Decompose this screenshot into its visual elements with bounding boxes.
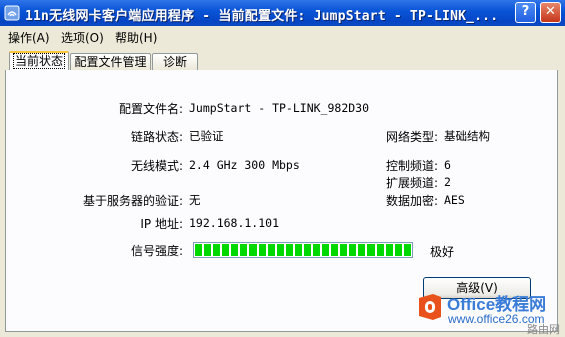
- signal-segment: [276, 244, 284, 256]
- signal-segment: [231, 244, 239, 256]
- signal-segment: [394, 244, 402, 256]
- extension-channel-label: 扩展频道:: [385, 176, 438, 190]
- tab-label: 配置文件管理: [74, 55, 147, 69]
- server-auth-value: 无: [189, 193, 201, 207]
- profile-name-label: 配置文件名:: [118, 102, 183, 116]
- signal-segment: [340, 244, 348, 256]
- signal-segment: [195, 244, 203, 256]
- help-button[interactable]: ?: [515, 2, 536, 23]
- tab-diagnostics[interactable]: 诊断: [152, 53, 198, 70]
- server-auth-label: 基于服务器的验证:: [82, 194, 183, 208]
- tab-profile-management[interactable]: 配置文件管理: [70, 53, 151, 70]
- wireless-mode-label: 无线模式:: [130, 159, 183, 173]
- signal-strength-bar: [193, 242, 413, 258]
- title-bar[interactable]: 11n无线网卡客户端应用程序 - 当前配置文件: JumpStart - TP-…: [0, 0, 565, 26]
- network-type-value: 基础结构: [444, 129, 490, 143]
- tab-label: 当前状态: [12, 53, 66, 69]
- signal-segment: [222, 244, 230, 256]
- signal-strength-text: 极好: [430, 245, 455, 259]
- menu-options[interactable]: 选项(O): [61, 29, 104, 46]
- office-logo-icon: [419, 294, 441, 320]
- profile-name-value: JumpStart - TP-LINK_982D30: [189, 101, 370, 115]
- wifi-icon: [4, 5, 20, 21]
- tab-current-status[interactable]: 当前状态: [9, 51, 69, 71]
- signal-segment: [349, 244, 357, 256]
- window-title: 11n无线网卡客户端应用程序 - 当前配置文件: JumpStart - TP-…: [25, 9, 499, 24]
- signal-segment: [322, 244, 330, 256]
- watermark-corner: 路由网: [527, 323, 560, 336]
- menu-help[interactable]: 帮助(H): [115, 29, 157, 46]
- menu-operations[interactable]: 操作(A): [8, 29, 50, 46]
- link-status-value: 已验证: [189, 129, 224, 143]
- signal-strength-label: 信号强度:: [130, 244, 183, 258]
- extension-channel-value: 2: [444, 175, 451, 189]
- signal-strength-fill: [195, 244, 411, 256]
- link-status-label: 链路状态:: [130, 130, 183, 144]
- signal-segment: [213, 244, 221, 256]
- signal-segment: [267, 244, 275, 256]
- tab-label: 诊断: [162, 55, 187, 69]
- signal-segment: [367, 244, 375, 256]
- signal-segment: [303, 244, 312, 256]
- signal-segment: [258, 244, 266, 256]
- signal-segment: [285, 244, 293, 256]
- ip-address-value: 192.168.1.101: [189, 216, 280, 230]
- signal-segment: [249, 244, 257, 256]
- signal-segment: [385, 244, 393, 256]
- signal-segment: [403, 244, 411, 256]
- signal-segment: [331, 244, 339, 256]
- signal-segment: [358, 244, 366, 256]
- control-channel-value: 6: [444, 158, 451, 172]
- data-encryption-value: AES: [444, 193, 465, 207]
- watermark: Office教程网 www.office26.com 路由网: [415, 288, 565, 337]
- data-encryption-label: 数据加密:: [385, 194, 438, 208]
- ip-address-label: IP 地址:: [140, 217, 183, 231]
- signal-segment: [294, 244, 302, 256]
- signal-segment: [204, 244, 212, 256]
- control-channel-label: 控制频道:: [385, 159, 438, 173]
- menu-bar: 操作(A) 选项(O) 帮助(H): [0, 26, 565, 46]
- signal-segment: [376, 244, 384, 256]
- wireless-mode-value: 2.4 GHz 300 Mbps: [189, 158, 300, 172]
- close-button[interactable]: ✕: [540, 2, 561, 23]
- signal-segment: [240, 244, 248, 256]
- network-type-label: 网络类型:: [385, 130, 438, 144]
- signal-segment: [313, 244, 321, 256]
